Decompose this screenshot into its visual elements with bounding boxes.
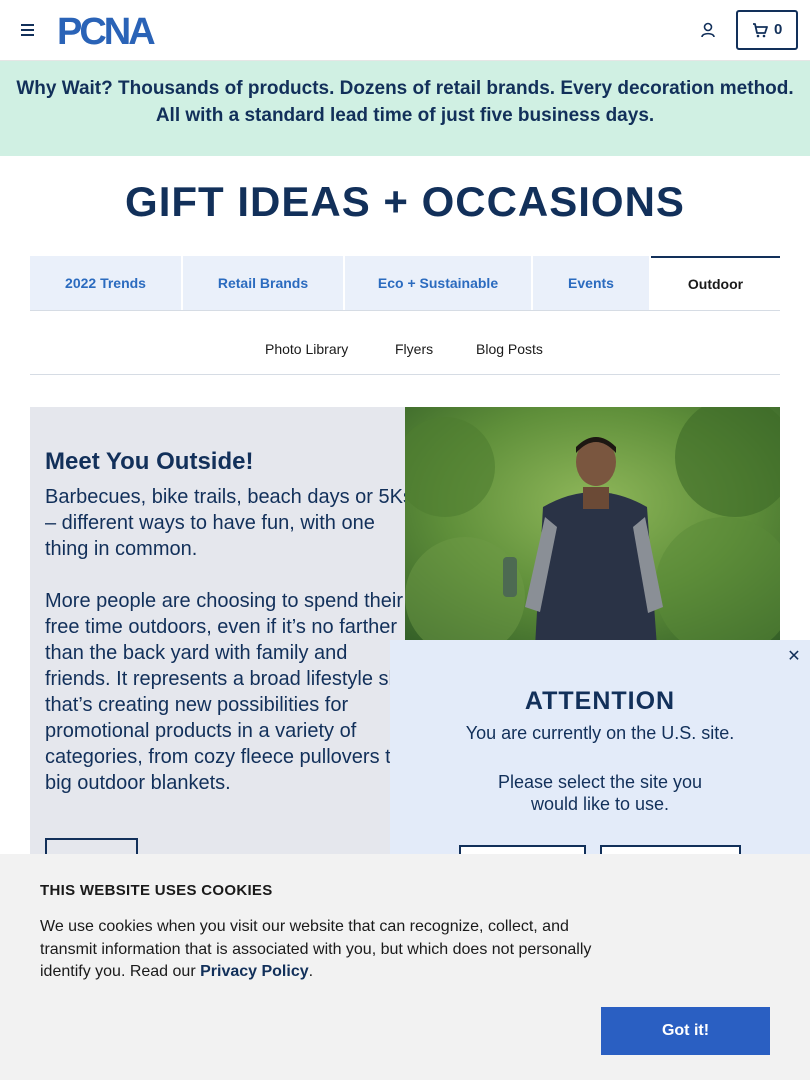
promo-lead: Why Wait? [16,78,113,99]
promo-text: Thousands of products. Dozens of retail … [112,78,794,126]
cookie-accept-button[interactable]: Got it! [601,1007,770,1055]
cookie-text: We use cookies when you visit our websit… [40,916,620,984]
cookie-text-end: . [308,963,314,980]
account-icon[interactable] [699,21,717,39]
page: PCNA 0 Why Wait? Thousands of products. … [0,0,810,1080]
outdoor-photo [405,407,780,647]
cookie-text-body: We use cookies when you visit our websit… [40,918,592,980]
page-title: GIFT IDEAS + OCCASIONS [125,178,685,225]
promo-banner: Why Wait? Thousands of products. Dozens … [0,61,810,156]
logo-text: PCNA [57,12,155,48]
cart-button[interactable]: 0 [736,10,798,50]
hamburger-menu-icon[interactable] [20,22,36,38]
cookie-title: THIS WEBSITE USES COOKIES [40,882,273,899]
tab-retail-brands[interactable]: Retail Brands [183,256,345,310]
subtab-flyers[interactable]: Flyers [395,341,433,357]
site-header: PCNA 0 [0,0,810,61]
attention-title: ATTENTION [524,687,676,715]
feature-paragraph-1: Barbecues, bike trails, beach days or 5K… [45,486,413,560]
tab-outdoor[interactable]: Outdoor [651,256,780,310]
tab-eco-sustainable[interactable]: Eco + Sustainable [345,256,533,310]
close-icon[interactable]: ✕ [785,648,803,666]
subtab-blog-posts[interactable]: Blog Posts [476,341,543,357]
tab-2022-trends[interactable]: 2022 Trends [30,256,183,310]
privacy-policy-link[interactable]: Privacy Policy [200,963,309,980]
tab-events[interactable]: Events [533,256,651,310]
cart-icon [753,23,768,38]
site-selector-modal [390,640,810,880]
feature-paragraph-2: More people are choosing to spend their … [45,590,416,794]
subtab-photo-library[interactable]: Photo Library [265,341,348,357]
sub-navigation: Photo Library Flyers Blog Posts [30,326,780,375]
category-tabs: 2022 Trends Retail Brands Eco + Sustaina… [30,256,780,311]
pcna-logo[interactable]: PCNA [57,12,177,48]
attention-line-1: You are currently on the U.S. site. [465,723,735,743]
feature-title: Meet You Outside! [45,448,254,475]
attention-line-2: Please select the site you would like to… [497,772,703,814]
cart-count: 0 [774,21,783,38]
